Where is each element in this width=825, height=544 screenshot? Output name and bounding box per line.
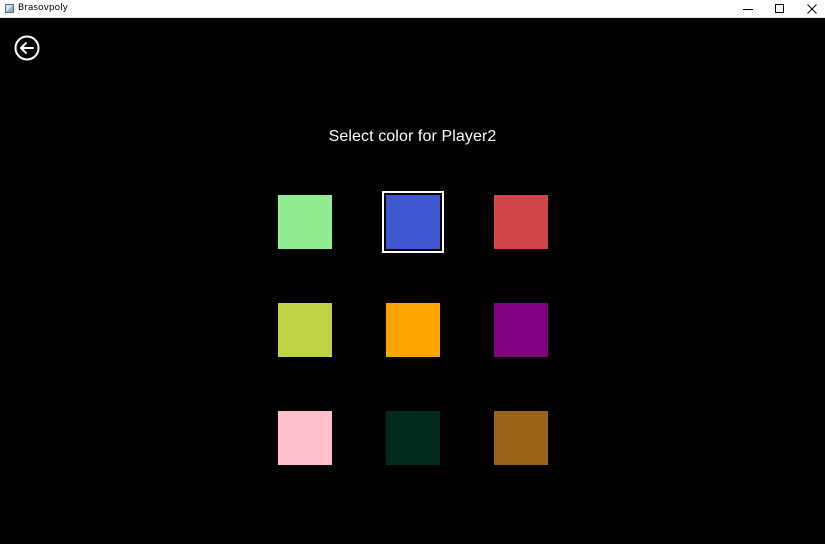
maximize-icon: [775, 4, 784, 13]
app-window: Brasovpoly Select color for Player2: [0, 0, 825, 544]
color-swatch[interactable]: [278, 411, 332, 465]
title-bar[interactable]: Brasovpoly: [0, 0, 825, 18]
color-swatch[interactable]: [278, 195, 332, 249]
select-color-prompt: Select color for Player2: [328, 128, 497, 145]
color-swatch-selected[interactable]: [382, 191, 444, 253]
close-icon: [807, 4, 817, 14]
minimize-icon: [743, 9, 753, 10]
maximize-button[interactable]: [764, 0, 796, 18]
color-swatch-grid: [278, 191, 550, 467]
color-swatch[interactable]: [386, 411, 440, 465]
close-button[interactable]: [796, 0, 825, 18]
minimize-button[interactable]: [732, 0, 764, 18]
color-swatch[interactable]: [494, 195, 548, 249]
window-title: Brasovpoly: [18, 3, 68, 13]
color-swatch[interactable]: [494, 303, 548, 357]
color-select-screen: Select color for Player2: [0, 18, 825, 544]
color-swatch[interactable]: [278, 303, 332, 357]
back-button[interactable]: [14, 35, 40, 61]
color-swatch[interactable]: [386, 303, 440, 357]
app-window-icon: [5, 4, 14, 13]
arrow-left-circle-icon: [14, 35, 40, 61]
color-swatch[interactable]: [494, 411, 548, 465]
